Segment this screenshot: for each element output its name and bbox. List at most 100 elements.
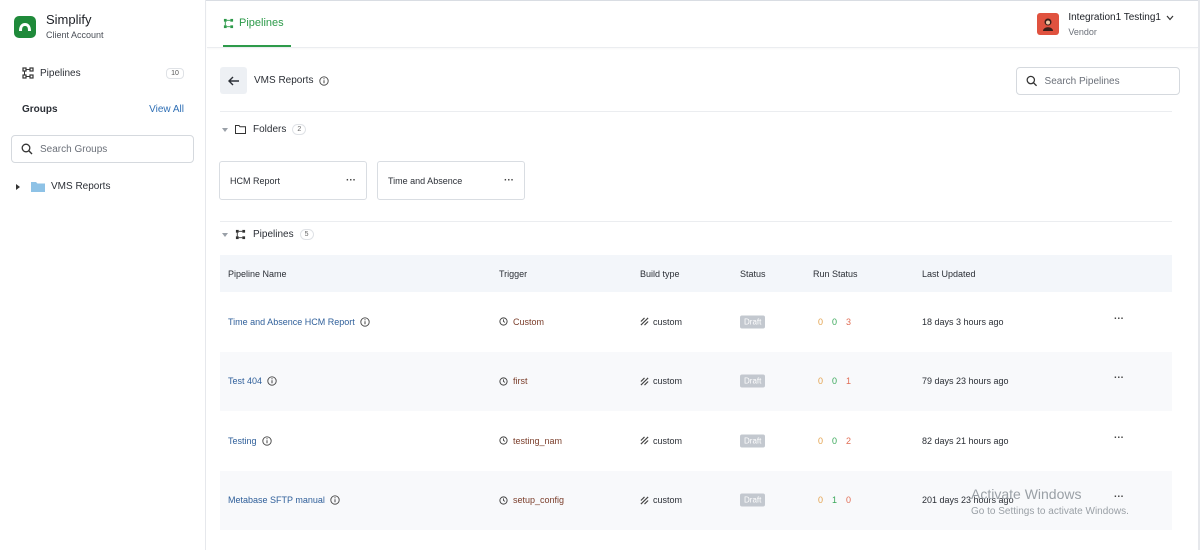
caret-down-icon[interactable] [222,232,228,237]
caret-right-icon[interactable] [16,183,20,190]
status-badge: Draft [740,374,766,388]
chevron-down-icon[interactable] [1166,15,1174,21]
more-options-icon[interactable]: ··· [346,175,356,186]
search-pipelines-input[interactable] [1044,75,1179,87]
table-row[interactable]: Time and Absence HCM Report Custom custo… [220,292,1172,352]
last-updated-cell: 82 days 21 hours ago [922,435,1009,446]
brand[interactable]: Simplify Client Account [14,12,104,41]
column-header-run-status[interactable]: Run Status [813,269,858,279]
divider [220,221,1172,222]
column-header-status[interactable]: Status [740,269,766,279]
run-status-count: 0 [846,495,852,506]
custom-build-icon [640,317,649,326]
tree-item-vms-reports[interactable]: VMS Reports [16,181,110,192]
run-status-count: 1 [846,376,852,387]
build-type-cell: custom [640,495,682,505]
trigger-value: setup_config [513,495,565,506]
info-icon[interactable] [360,317,370,327]
pipeline-name-cell[interactable]: Metabase SFTP manual [228,495,340,505]
avatar [1037,13,1060,35]
status-badge: Draft [740,434,766,448]
pipeline-icon [223,18,234,28]
run-status-count: 0 [818,495,824,506]
caret-down-icon[interactable] [222,127,228,132]
pipeline-name-cell[interactable]: Testing [228,436,272,446]
groups-header: Groups View All [22,104,184,115]
build-type-value: custom [653,435,683,446]
custom-build-icon [640,496,649,505]
more-options-icon[interactable]: ··· [1114,313,1124,324]
folder-card[interactable]: Time and Absence ··· [377,161,525,200]
search-icon [1026,75,1038,87]
search-groups-input[interactable] [40,143,180,155]
trigger-value: testing_nam [513,435,563,446]
status-badge: Draft [740,493,766,507]
run-status-cell: 0 0 1 [818,376,860,386]
clock-icon [499,377,508,386]
search-icon [21,143,33,155]
info-icon[interactable] [330,495,340,505]
status-badge: Draft [740,315,766,329]
run-status-count: 0 [818,316,824,327]
trigger-cell: setup_config [499,495,564,505]
activate-windows-watermark: Activate Windows Go to Settings to activ… [971,486,1129,518]
pipeline-name-link[interactable]: Metabase SFTP manual [228,495,325,505]
column-header-name[interactable]: Pipeline Name [228,269,287,279]
info-icon[interactable] [261,436,272,446]
more-options-icon[interactable]: ··· [504,175,514,186]
view-all-link[interactable]: View All [149,104,184,115]
back-button[interactable] [220,67,247,94]
run-status-cell: 0 0 2 [818,436,860,446]
search-pipelines-box[interactable] [1016,67,1180,95]
search-groups-box[interactable] [11,135,194,163]
build-type-cell: custom [640,436,682,446]
run-status-cell: 0 0 3 [818,317,860,327]
arrow-left-icon [227,76,239,85]
pipeline-name-link[interactable]: Time and Absence HCM Report [228,317,355,327]
folder-card-label: Time and Absence [388,175,463,186]
sidebar-item-pipelines[interactable]: Pipelines 10 [22,66,184,80]
column-header-trigger[interactable]: Trigger [499,269,527,279]
pipeline-icon [22,67,34,79]
folders-section-header[interactable]: Folders 2 [222,124,307,135]
pipelines-label: Pipelines [253,229,294,240]
info-icon[interactable] [267,376,277,386]
run-status-count: 3 [846,316,852,327]
page-title-text: VMS Reports [254,75,314,86]
user-menu[interactable]: Integration1 Testing1 Vendor [1037,11,1174,38]
pipeline-name-cell[interactable]: Test 404 [228,376,277,386]
build-type-value: custom [653,495,683,506]
run-status-count: 0 [832,435,838,446]
column-header-build-type[interactable]: Build type [640,269,680,279]
folders-count-badge: 2 [292,124,307,135]
divider [220,111,1172,112]
status-cell: Draft [740,315,766,329]
column-header-last-updated[interactable]: Last Updated [922,269,976,279]
pipelines-count-badge: 10 [166,67,184,79]
run-status-count: 0 [818,376,824,387]
folders-label: Folders [253,124,287,135]
build-type-cell: custom [640,376,682,386]
pipeline-icon [235,229,246,240]
groups-label: Groups [22,104,58,115]
table-row[interactable]: Testing testing_nam custom Draft 0 0 2 8… [220,411,1172,471]
sidebar: Simplify Client Account Pipelines 10 Gro… [0,0,206,550]
more-options-icon[interactable]: ··· [1114,373,1124,384]
brand-name: Simplify [46,12,92,27]
folder-card[interactable]: HCM Report ··· [219,161,367,200]
trigger-value: first [513,376,528,387]
more-options-icon[interactable]: ··· [1114,432,1124,443]
sidebar-item-label: Pipelines [40,67,81,79]
pipeline-name-cell[interactable]: Time and Absence HCM Report [228,317,370,327]
page-title: VMS Reports [254,75,330,86]
pipelines-section-header[interactable]: Pipelines 5 [222,229,314,240]
table-row[interactable]: Test 404 first custom Draft 0 0 1 79 day… [220,351,1172,411]
info-icon[interactable] [319,75,330,86]
top-bar: Pipelines Integration1 Testing1 Vendor [207,1,1198,48]
pipeline-name-link[interactable]: Testing [228,436,257,446]
pipeline-name-link[interactable]: Test 404 [228,376,262,386]
build-type-cell: custom [640,317,682,327]
last-updated-cell: 18 days 3 hours ago [922,316,1004,327]
tab-pipelines[interactable]: Pipelines [223,1,291,47]
custom-build-icon [640,436,649,445]
